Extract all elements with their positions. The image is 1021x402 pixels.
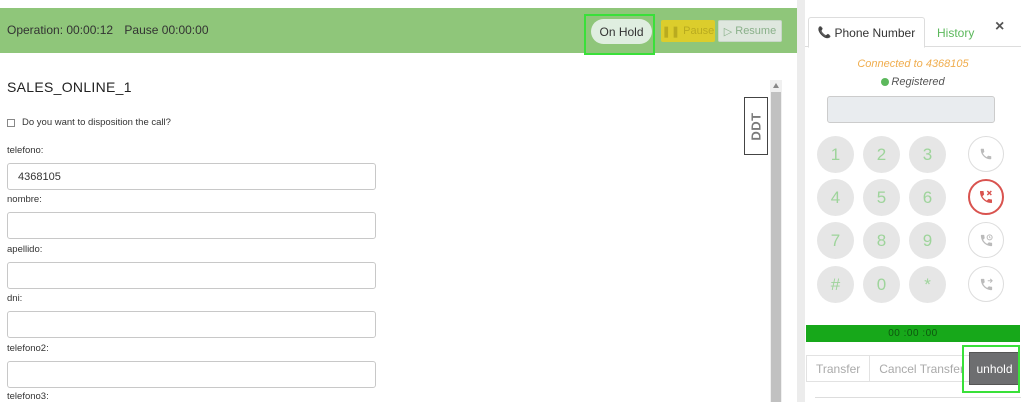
scroll-up-icon[interactable] (773, 83, 779, 88)
hold-call-button[interactable] (968, 222, 1004, 258)
agent-form-pane: Operation: 00:00:12 Pause 00:00:00 On Ho… (0, 0, 797, 402)
disposition-checkbox[interactable] (7, 118, 15, 127)
unhold-button[interactable]: unhold (969, 352, 1020, 385)
app-root: Operation: 00:00:12 Pause 00:00:00 On Ho… (0, 0, 1021, 402)
dial-number-input[interactable] (827, 96, 995, 123)
transfer-button-group: Transfer Cancel Transfer (806, 355, 974, 382)
status-dot-icon (881, 78, 890, 87)
key-7[interactable]: 7 (817, 222, 854, 259)
dni-input[interactable] (7, 311, 376, 338)
transfer-icon (980, 278, 993, 290)
field-label-dni: dni: (7, 293, 23, 304)
cancel-transfer-button[interactable]: Cancel Transfer (870, 355, 974, 382)
field-label-telefono: telefono: (7, 145, 44, 156)
key-star[interactable]: * (909, 266, 946, 303)
phone-tabs: 📞 Phone Number History (805, 17, 1021, 48)
telefono2-input[interactable] (7, 361, 376, 388)
call-timers: Operation: 00:00:12 Pause 00:00:00 (7, 23, 217, 37)
call-icon (980, 148, 992, 160)
on-hold-badge[interactable]: On Hold (591, 19, 652, 44)
tab-phone-number[interactable]: 📞 Phone Number (808, 17, 925, 48)
hangup-button[interactable] (968, 179, 1004, 215)
hold-icon (980, 233, 993, 246)
connection-status: Connected to 4368105 (857, 58, 969, 70)
transfer-call-button[interactable] (968, 266, 1004, 302)
pause-timer: Pause 00:00:00 (124, 23, 209, 37)
registration-status: Registered (805, 76, 1021, 88)
call-button[interactable] (968, 136, 1004, 172)
apellido-input[interactable] (7, 262, 376, 289)
key-1[interactable]: 1 (817, 136, 854, 173)
key-8[interactable]: 8 (863, 222, 900, 259)
pause-button[interactable]: ❚❚ Pause (661, 20, 715, 42)
key-0[interactable]: 0 (863, 266, 900, 303)
close-icon[interactable]: × (995, 18, 1004, 36)
nombre-input[interactable] (7, 212, 376, 239)
softphone-panel: 📞 Phone Number History × Connected to 43… (805, 0, 1021, 402)
registered-label: Registered (891, 76, 945, 88)
key-hash[interactable]: # (817, 266, 854, 303)
panel-bottom-divider (815, 397, 1021, 398)
key-9[interactable]: 9 (909, 222, 946, 259)
field-label-nombre: nombre: (7, 194, 42, 205)
ddt-logo-text: DDT (748, 111, 764, 141)
pane-divider (797, 0, 805, 402)
key-4[interactable]: 4 (817, 179, 854, 216)
key-5[interactable]: 5 (863, 179, 900, 216)
field-label-telefono2: telefono2: (7, 343, 49, 354)
key-2[interactable]: 2 (863, 136, 900, 173)
campaign-title: SALES_ONLINE_1 (7, 79, 132, 95)
key-6[interactable]: 6 (909, 179, 946, 216)
scrollbar-thumb[interactable] (771, 92, 781, 402)
field-label-telefono3: telefono3: (7, 391, 49, 402)
resume-button-label: Resume (735, 25, 777, 37)
telefono-input[interactable]: 4368105 (7, 163, 376, 190)
disposition-label: Do you want to disposition the call? (22, 117, 171, 128)
key-3[interactable]: 3 (909, 136, 946, 173)
play-icon: ▷ (723, 25, 733, 38)
pause-button-label: Pause (683, 25, 715, 37)
tab-phone-number-label: Phone Number (834, 25, 916, 40)
resume-button[interactable]: ▷ Resume (718, 20, 782, 42)
field-label-apellido: apellido: (7, 244, 43, 255)
hangup-icon (980, 190, 992, 203)
operation-timer: Operation: 00:00:12 (7, 23, 114, 37)
ddt-logo: DDT (744, 97, 768, 155)
pause-icon: ❚❚ (661, 25, 681, 38)
call-progress-timer: 00 :00 :00 (806, 325, 1020, 342)
phone-icon: 📞 (817, 27, 832, 39)
disposition-row[interactable]: Do you want to disposition the call? (7, 117, 171, 128)
tab-history[interactable]: History (937, 26, 974, 40)
transfer-button[interactable]: Transfer (806, 355, 871, 382)
